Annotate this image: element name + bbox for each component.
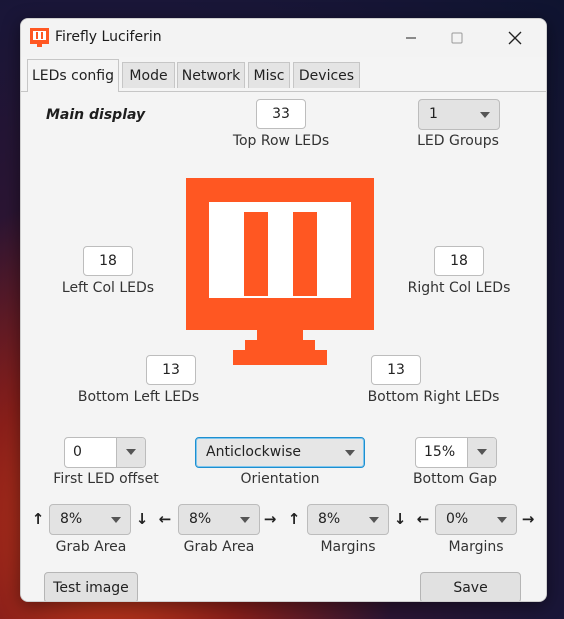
- grab-area-vertical-select[interactable]: 8%: [49, 504, 131, 535]
- close-button[interactable]: [492, 19, 538, 57]
- chevron-down-icon: [369, 517, 379, 523]
- minimize-icon: [406, 37, 416, 39]
- arrow-right-icon: →: [521, 510, 535, 528]
- main-display-label: Main display: [46, 107, 146, 123]
- first-led-offset-label: First LED offset: [53, 471, 159, 487]
- led-groups-select[interactable]: 1: [418, 99, 500, 130]
- left-col-leds-label: Left Col LEDs: [61, 280, 155, 296]
- grab-area-horizontal-select[interactable]: 8%: [178, 504, 260, 535]
- app-logo-icon: [30, 28, 49, 47]
- arrow-down-icon: ↓: [135, 510, 149, 528]
- orientation-label: Orientation: [240, 471, 320, 487]
- bottom-right-leds-input[interactable]: 13: [371, 355, 421, 385]
- chevron-down-icon: [126, 449, 136, 455]
- top-row-leds-input[interactable]: 33: [256, 99, 306, 129]
- grab-area-vertical-value: 8%: [60, 511, 83, 527]
- app-window: Firefly Luciferin LEDs config Mode Netwo…: [20, 18, 547, 602]
- title-bar: Firefly Luciferin: [21, 19, 546, 57]
- monitor-logo-icon: [186, 178, 374, 365]
- active-tab-gap: [28, 91, 118, 92]
- grab-area-horizontal-value: 8%: [189, 511, 212, 527]
- right-col-leds-input[interactable]: 18: [434, 246, 484, 276]
- orientation-select[interactable]: Anticlockwise: [195, 437, 365, 468]
- first-led-offset-dropdown-button[interactable]: [116, 438, 145, 467]
- margins-vertical-select[interactable]: 8%: [307, 504, 389, 535]
- bottom-gap-dropdown-button[interactable]: [467, 438, 496, 467]
- bottom-gap-value[interactable]: 15%: [424, 444, 455, 460]
- top-row-leds-label: Top Row LEDs: [232, 133, 330, 149]
- tab-mode[interactable]: Mode: [122, 62, 175, 88]
- content-area: LEDs config Mode Network Misc Devices Ma…: [21, 57, 546, 601]
- arrow-right-icon: →: [263, 510, 277, 528]
- tab-misc[interactable]: Misc: [248, 62, 290, 88]
- tab-devices[interactable]: Devices: [293, 62, 360, 88]
- chevron-down-icon: [345, 450, 355, 456]
- test-image-button[interactable]: Test image: [44, 572, 138, 601]
- chevron-down-icon: [111, 517, 121, 523]
- margins-horizontal-label: Margins: [448, 539, 504, 555]
- tab-network[interactable]: Network: [177, 62, 245, 88]
- bottom-right-leds-label: Bottom Right LEDs: [367, 389, 500, 405]
- close-icon: [508, 31, 522, 45]
- save-button[interactable]: Save: [420, 572, 521, 601]
- margins-vertical-value: 8%: [318, 511, 341, 527]
- left-col-leds-input[interactable]: 18: [83, 246, 133, 276]
- maximize-icon: [451, 32, 463, 44]
- chevron-down-icon: [477, 449, 487, 455]
- right-col-leds-label: Right Col LEDs: [407, 280, 511, 296]
- window-title: Firefly Luciferin: [55, 29, 162, 45]
- margins-horizontal-value: 0%: [446, 511, 469, 527]
- chevron-down-icon: [497, 517, 507, 523]
- led-groups-value: 1: [429, 106, 438, 122]
- grab-area-horizontal-label: Grab Area: [183, 539, 255, 555]
- margins-horizontal-select[interactable]: 0%: [435, 504, 517, 535]
- bottom-left-leds-label: Bottom Left LEDs: [77, 389, 200, 405]
- arrow-up-icon: ↑: [31, 510, 45, 528]
- grab-area-vertical-label: Grab Area: [55, 539, 127, 555]
- arrow-up-icon: ↑: [287, 510, 301, 528]
- arrow-down-icon: ↓: [393, 510, 407, 528]
- margins-vertical-label: Margins: [320, 539, 376, 555]
- led-groups-label: LED Groups: [417, 133, 499, 149]
- first-led-offset-value[interactable]: 0: [73, 444, 82, 460]
- arrow-left-icon: ←: [158, 510, 172, 528]
- minimize-button[interactable]: [388, 19, 434, 57]
- bottom-left-leds-input[interactable]: 13: [146, 355, 196, 385]
- first-led-offset-combo[interactable]: 0: [64, 437, 146, 468]
- orientation-value: Anticlockwise: [206, 444, 302, 460]
- chevron-down-icon: [240, 517, 250, 523]
- maximize-button[interactable]: [434, 19, 480, 57]
- chevron-down-icon: [480, 112, 490, 118]
- arrow-left-icon: ←: [416, 510, 430, 528]
- bottom-gap-label: Bottom Gap: [412, 471, 498, 487]
- bottom-gap-combo[interactable]: 15%: [415, 437, 497, 468]
- tab-leds-config[interactable]: LEDs config: [27, 59, 119, 91]
